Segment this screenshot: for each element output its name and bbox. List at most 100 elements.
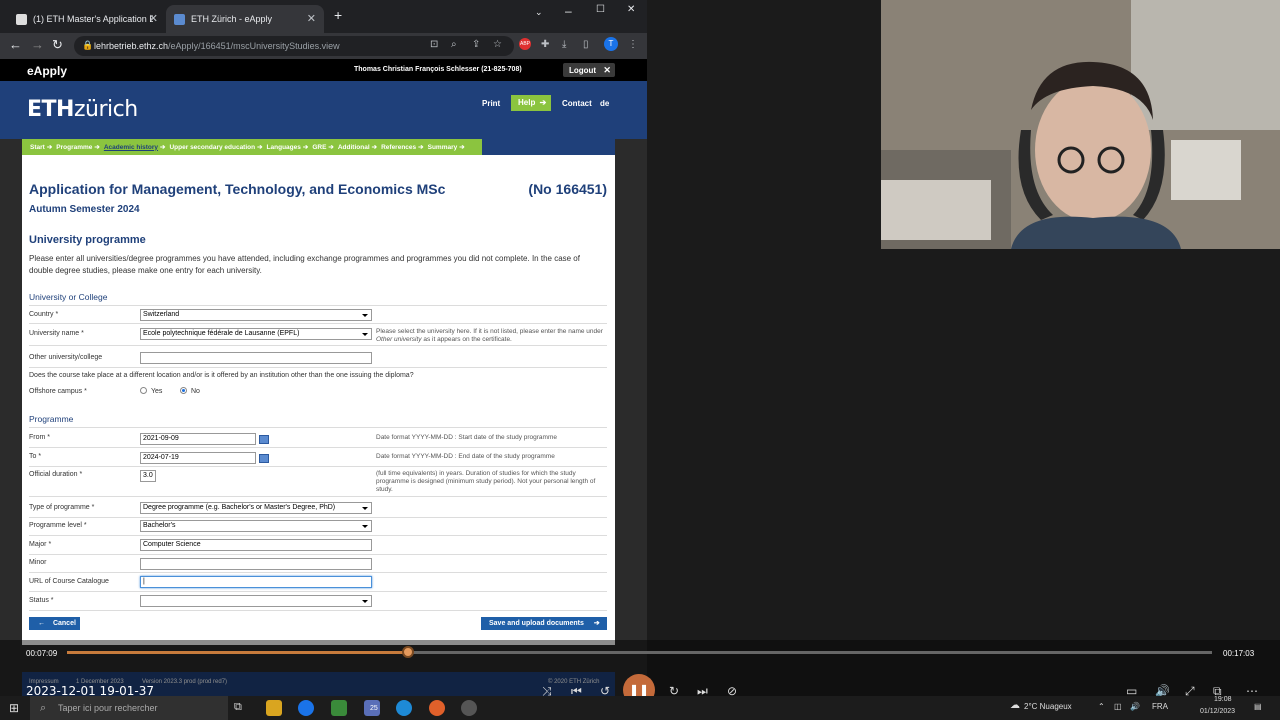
translate-icon[interactable]: ⊡ (430, 39, 438, 50)
programme-heading: Programme (29, 414, 74, 424)
firefox-icon[interactable] (429, 700, 445, 716)
crumb-step[interactable]: Additional (338, 144, 370, 151)
close-tab-icon[interactable]: ✕ (149, 12, 158, 25)
status-select[interactable] (140, 595, 372, 607)
contact-link[interactable]: Contact (562, 99, 592, 108)
chrome-icon[interactable] (298, 700, 314, 716)
weather-text[interactable]: 2°C Nuageux (1024, 702, 1072, 711)
save-upload-button[interactable]: Save and upload documents ➔ (481, 617, 607, 630)
taskbar-search[interactable]: ⌕ Taper ici pour rechercher (30, 696, 228, 720)
crumb-step[interactable]: Summary (428, 144, 458, 151)
other-university-input[interactable] (140, 352, 372, 364)
to-date-value: 2024-07-19 (143, 454, 179, 461)
tab-eth-masters-video[interactable]: (1) ETH Master's Application Exp ✕ (8, 5, 166, 33)
network-icon[interactable]: ◫ (1114, 702, 1122, 711)
store-icon[interactable] (331, 700, 347, 716)
divider (29, 447, 607, 448)
close-window-button[interactable]: ✕ (627, 4, 635, 15)
profile-avatar[interactable]: T (604, 37, 618, 51)
zoom-icon[interactable]: ⌕ (451, 39, 457, 50)
divider (29, 554, 607, 555)
arrow-left-icon: ← (38, 620, 45, 627)
user-name: Thomas Christian François Schlesser (21-… (354, 66, 522, 73)
course-catalogue-url-input[interactable]: | (140, 576, 372, 588)
edge-icon[interactable] (396, 700, 412, 716)
country-select[interactable]: Switzerland (140, 309, 372, 321)
divider (29, 367, 607, 368)
print-link[interactable]: Print (482, 99, 500, 108)
duration-input[interactable]: 3.0 (140, 470, 156, 482)
volume-tray-icon[interactable]: 🔊 (1130, 702, 1140, 711)
seek-bar[interactable] (67, 651, 1212, 654)
yes-label: Yes (151, 388, 163, 395)
crumb-step[interactable]: Start (30, 144, 45, 151)
crumb-step[interactable]: Languages (267, 144, 301, 151)
to-hint: Date format YYYY-MM-DD : End date of the… (376, 453, 555, 460)
minor-input[interactable] (140, 558, 372, 570)
share-icon[interactable]: ⇪ (472, 39, 480, 50)
address-bar[interactable]: 🔒 lehrbetrieb.ethz.ch/eApply/166451/mscU… (74, 36, 514, 56)
calendar-icon[interactable] (259, 435, 269, 444)
eapply-topbar: eApply Thomas Christian François Schless… (0, 59, 647, 81)
clock-date[interactable]: 01/12/2023 (1200, 708, 1235, 715)
offshore-no-radio[interactable] (180, 387, 187, 394)
bookmark-star-icon[interactable]: ☆ (493, 39, 502, 50)
arrow-right-icon: ➔ (160, 144, 166, 151)
menu-kebab-icon[interactable]: ⋮ (628, 39, 638, 50)
download-icon[interactable]: ⤓ (562, 39, 566, 50)
adblock-icon[interactable]: ABP (519, 38, 531, 50)
crumb-step[interactable]: Programme (56, 144, 92, 151)
seek-progress (67, 651, 409, 654)
course-catalogue-url-value: | (143, 578, 145, 585)
language-link[interactable]: de (600, 99, 609, 108)
arrow-right-icon: ➔ (46, 144, 53, 151)
from-date-value: 2021-09-09 (143, 435, 179, 442)
help-button[interactable]: Help ➔ (511, 95, 551, 111)
crumb-step[interactable]: Academic history (104, 144, 158, 151)
extensions-icon[interactable]: ✚ (541, 39, 549, 50)
close-tab-icon[interactable]: ✕ (307, 12, 316, 25)
forward-icon[interactable]: → (31, 37, 44, 52)
clock-time[interactable]: 19:08 (1214, 696, 1232, 703)
arrow-right-icon: ➔ (418, 144, 424, 151)
from-date-input[interactable]: 2021-09-09 (140, 433, 256, 445)
logout-button[interactable]: Logout ✕ (563, 63, 615, 77)
crumb-step[interactable]: References (381, 144, 416, 151)
offshore-yes-radio[interactable] (140, 387, 147, 394)
minimize-button[interactable]: – (565, 4, 572, 18)
university-select[interactable]: Ecole polytechnique fédérale de Lausanne… (140, 328, 372, 340)
programme-level-select[interactable]: Bachelor's (140, 520, 372, 532)
back-icon[interactable]: ← (9, 37, 22, 52)
logo-zurich: zürich (73, 97, 138, 122)
maximize-button[interactable]: ☐ (596, 4, 605, 15)
task-view-icon[interactable]: ⧉ (234, 701, 242, 714)
eth-favicon-icon (174, 13, 185, 25)
status-label: Status * (29, 597, 54, 604)
sidepanel-icon[interactable]: ▯ (583, 39, 589, 50)
windows-start-icon[interactable]: ⊞ (9, 701, 19, 715)
tray-chevron-icon[interactable]: ⌃ (1098, 702, 1105, 711)
major-input[interactable]: Computer Science (140, 539, 372, 551)
programme-type-select[interactable]: Degree programme (e.g. Bachelor's or Mas… (140, 502, 372, 514)
arrow-right-icon: ➔ (593, 620, 600, 627)
keyboard-lang[interactable]: FRA (1152, 702, 1168, 711)
crumb-step[interactable]: GRE (312, 144, 326, 151)
cancel-button[interactable]: ← Cancel (29, 617, 80, 630)
notifications-icon[interactable]: ▤ (1254, 702, 1262, 711)
chevron-down-icon (362, 314, 368, 317)
save-label: Save and upload documents (489, 620, 584, 627)
reload-icon[interactable]: ↻ (52, 37, 63, 53)
country-label: Country * (29, 311, 59, 318)
crumb-step[interactable]: Upper secondary education (169, 144, 255, 151)
file-explorer-icon[interactable] (266, 700, 282, 716)
mail-icon[interactable]: 25 (364, 700, 380, 716)
calendar-icon[interactable] (259, 454, 269, 463)
tab-eth-eapply[interactable]: ETH Zürich - eApply ✕ (166, 5, 324, 33)
tab-search-icon[interactable]: ⌄ (535, 7, 543, 18)
obs-icon[interactable] (461, 700, 477, 716)
to-date-input[interactable]: 2024-07-19 (140, 452, 256, 464)
lock-icon: 🔒 (82, 40, 94, 50)
new-tab-button[interactable]: + (334, 7, 342, 23)
eth-zurich-logo[interactable]: ETHzürich (27, 97, 138, 122)
divider (29, 345, 607, 346)
